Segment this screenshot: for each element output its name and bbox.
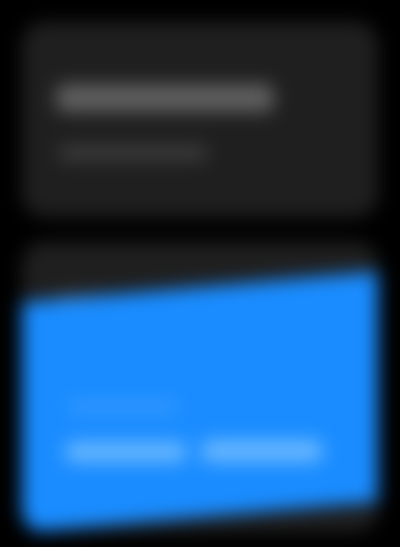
card-subtitle <box>58 146 208 160</box>
card-subtitle-text <box>58 146 59 147</box>
section-title-text <box>56 294 57 295</box>
panel-value-secondary <box>202 440 322 462</box>
panel-caption <box>68 402 178 412</box>
detail-card[interactable] <box>22 242 378 532</box>
panel-value-primary <box>66 442 186 462</box>
summary-card[interactable] <box>22 22 378 217</box>
card-title <box>56 84 274 112</box>
blurred-screen <box>0 0 400 547</box>
card-title-text <box>56 84 57 85</box>
accent-panel[interactable] <box>22 269 378 532</box>
